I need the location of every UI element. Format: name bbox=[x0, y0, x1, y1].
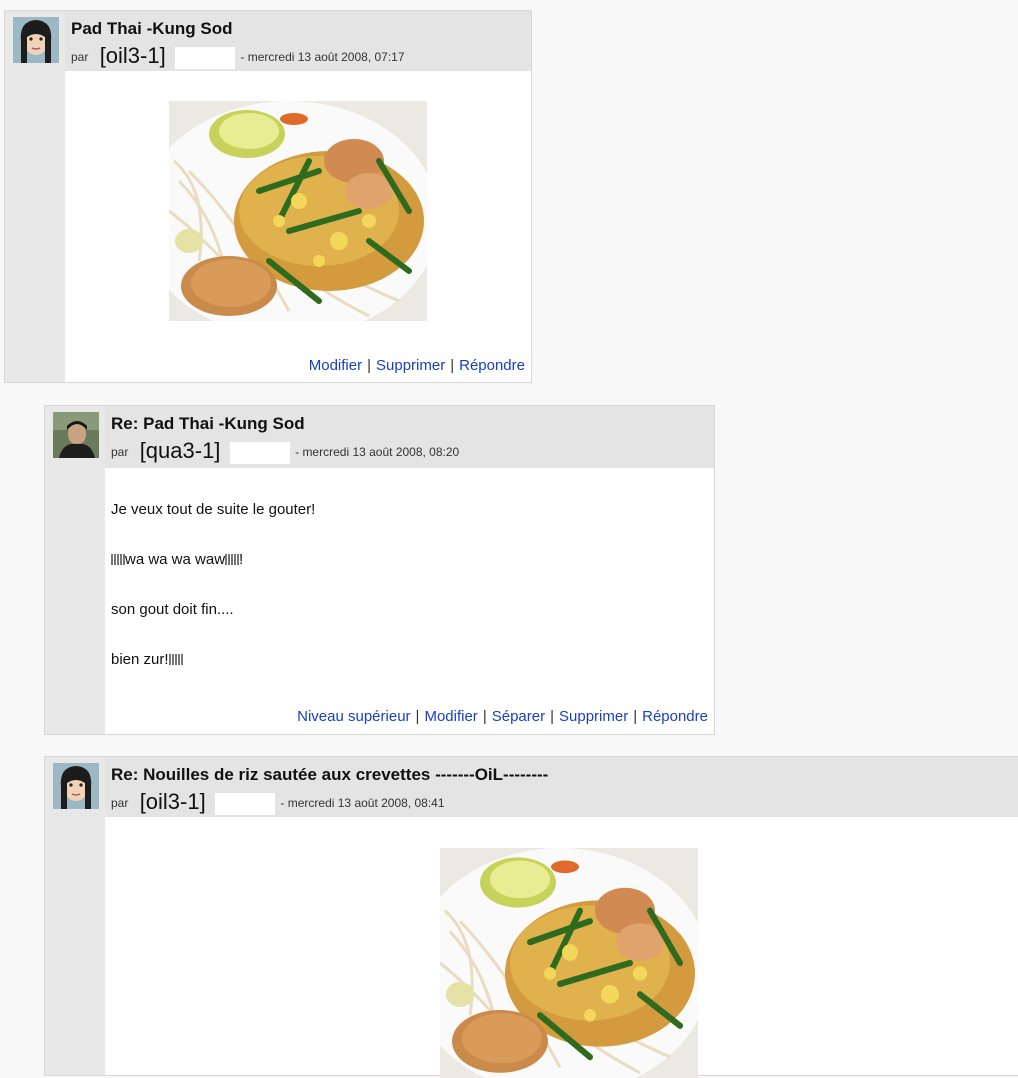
post-line: wa wa wa waw! bbox=[111, 551, 243, 568]
reply-link[interactable]: Répondre bbox=[459, 357, 525, 374]
redaction-mask bbox=[229, 441, 290, 464]
post-line: Je veux tout de suite le gouter! bbox=[111, 501, 316, 518]
parent-level-link[interactable]: Niveau supérieur bbox=[297, 708, 410, 725]
post-actions: Niveau supérieur | Modifier | Séparer | Suppri… bbox=[297, 708, 708, 725]
unsupported-glyph-icon bbox=[111, 554, 125, 565]
post-title: Re: Nouilles de riz sautée aux crevettes… bbox=[111, 765, 549, 784]
post-line-text: bien zur! bbox=[111, 651, 169, 668]
author-name[interactable]: [qua3-1] bbox=[140, 438, 221, 464]
post-meta: par [oil3-1] - mercredi 13 août 2008, 08… bbox=[111, 787, 445, 815]
unsupported-glyph-icon bbox=[225, 554, 240, 565]
post-title: Re: Pad Thai -Kung Sod bbox=[111, 414, 305, 433]
food-photo[interactable] bbox=[440, 848, 698, 1078]
post-actions: Modifier | Supprimer | Répondre bbox=[308, 357, 525, 374]
by-label: par bbox=[111, 796, 129, 810]
delete-link[interactable]: Supprimer bbox=[559, 708, 628, 725]
forum-post-2: Re: Pad Thai -Kung Sod par [qua3-1] - me… bbox=[44, 405, 715, 735]
by-label: par bbox=[71, 50, 89, 64]
reply-link[interactable]: Répondre bbox=[642, 708, 708, 725]
edit-link[interactable]: Modifier bbox=[309, 357, 362, 374]
user-avatar-icon[interactable] bbox=[53, 412, 99, 458]
user-avatar-icon[interactable] bbox=[13, 17, 59, 63]
post-title: Pad Thai -Kung Sod bbox=[71, 19, 233, 38]
redaction-mask bbox=[215, 792, 276, 815]
author-name[interactable]: [oil3-1] bbox=[100, 43, 166, 69]
post-meta: par [oil3-1] - mercredi 13 août 2008, 07… bbox=[71, 41, 405, 69]
unsupported-glyph-icon bbox=[168, 654, 183, 665]
post-sidebar bbox=[5, 11, 65, 382]
delete-link[interactable]: Supprimer bbox=[376, 357, 445, 374]
post-line-text: wa wa wa waw bbox=[125, 551, 226, 568]
redaction-mask bbox=[175, 46, 236, 69]
user-avatar-icon[interactable] bbox=[53, 763, 99, 809]
edit-link[interactable]: Modifier bbox=[424, 708, 477, 725]
post-line: son gout doit fin.... bbox=[111, 601, 234, 618]
post-date: - mercredi 13 août 2008, 07:17 bbox=[240, 50, 405, 64]
by-label: par bbox=[111, 445, 129, 459]
author-name[interactable]: [oil3-1] bbox=[140, 789, 206, 815]
post-date: - mercredi 13 août 2008, 08:41 bbox=[280, 796, 445, 810]
post-date: - mercredi 13 août 2008, 08:20 bbox=[295, 445, 460, 459]
forum-post-3: Re: Nouilles de riz sautée aux crevettes… bbox=[44, 756, 1018, 1078]
post-line: bien zur! bbox=[111, 651, 183, 668]
forum-post-1: Pad Thai -Kung Sod par [oil3-1] - mercre… bbox=[4, 10, 532, 383]
post-meta: par [qua3-1] - mercredi 13 août 2008, 08… bbox=[111, 436, 459, 464]
food-photo[interactable] bbox=[169, 101, 427, 321]
split-link[interactable]: Séparer bbox=[492, 708, 545, 725]
post-line-text: ! bbox=[239, 551, 244, 568]
